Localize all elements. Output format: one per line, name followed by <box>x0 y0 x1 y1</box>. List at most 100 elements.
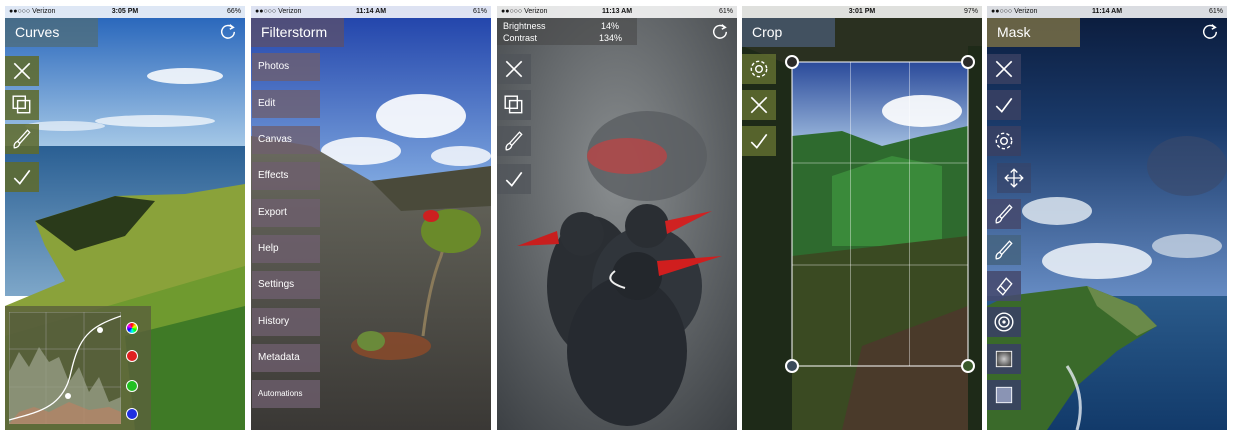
app-title: Filterstorm <box>261 24 328 40</box>
reset-icon[interactable] <box>711 22 729 40</box>
brush-icon <box>13 129 31 149</box>
page-title: Mask <box>997 24 1031 40</box>
battery-text: 61% <box>718 8 733 15</box>
menu-item-export[interactable]: Export <box>252 199 320 227</box>
title-bar: Curves <box>5 18 98 47</box>
menu-label: Automations <box>258 389 303 398</box>
close-button[interactable] <box>5 56 39 86</box>
channel-red-swatch[interactable] <box>126 350 138 362</box>
battery-text: 66% <box>226 8 241 15</box>
close-icon <box>505 60 523 78</box>
brush-add-button[interactable] <box>987 199 1021 229</box>
rectangle-button[interactable] <box>987 380 1021 410</box>
gradient-icon <box>995 350 1013 368</box>
menu-label: Metadata <box>258 352 300 363</box>
panel-crop: 3:01 PM 97% Crop <box>742 6 982 430</box>
close-icon <box>13 62 31 80</box>
reset-icon[interactable] <box>1201 22 1219 40</box>
layers-button[interactable] <box>497 90 531 120</box>
brightness-value: 14% <box>601 21 620 31</box>
battery-text: 61% <box>1208 8 1223 15</box>
menu-label: Export <box>258 207 287 218</box>
brush-button[interactable] <box>497 126 531 156</box>
menu-label: Help <box>258 243 279 254</box>
close-icon <box>995 60 1013 78</box>
crop-handle-top-right[interactable] <box>961 55 975 69</box>
brush-icon <box>995 240 1013 260</box>
birds-photo <box>497 6 737 430</box>
target-icon <box>994 312 1014 332</box>
contrast-label: Contrast <box>503 33 538 43</box>
channel-green-swatch[interactable] <box>126 380 138 392</box>
status-bar: ●●○○○ Verizon 11:14 AM 61% <box>251 6 491 18</box>
adjustment-readout: Brightness 14% Contrast 134% <box>497 18 637 45</box>
eraser-button[interactable] <box>987 271 1021 301</box>
target-button[interactable] <box>987 307 1021 337</box>
menu-item-canvas[interactable]: Canvas <box>252 126 320 154</box>
menu-label: Settings <box>258 279 295 290</box>
brush-button[interactable] <box>5 124 39 154</box>
layers-icon <box>12 95 31 114</box>
apply-button[interactable] <box>987 90 1021 120</box>
title-bar: Filterstorm <box>251 18 344 47</box>
brush-soft-button[interactable] <box>987 235 1021 265</box>
menu-label: Canvas <box>258 134 292 145</box>
crop-handle-bottom-right[interactable] <box>961 359 975 373</box>
move-button[interactable] <box>997 163 1031 193</box>
menu-item-automations[interactable]: Automations <box>252 380 320 408</box>
menu-label: Effects <box>258 170 289 181</box>
status-bar: ●●○○○ Verizon 11:14 AM 61% <box>987 6 1227 18</box>
crop-handle-bottom-left[interactable] <box>785 359 799 373</box>
menu-item-help[interactable]: Help <box>252 235 320 263</box>
curves-editor[interactable] <box>5 306 151 430</box>
crop-handle-top-left[interactable] <box>785 55 799 69</box>
check-icon <box>995 97 1013 113</box>
gear-icon <box>995 132 1013 150</box>
menu-item-photos[interactable]: Photos <box>252 53 320 81</box>
status-bar: ●●○○○ Verizon 11:13 AM 61% <box>497 6 737 18</box>
menu-item-metadata[interactable]: Metadata <box>252 344 320 372</box>
gradient-button[interactable] <box>987 344 1021 374</box>
menu-label: Edit <box>258 98 276 109</box>
channel-blue-swatch[interactable] <box>126 408 138 420</box>
panel-brightness-contrast: ●●○○○ Verizon 11:13 AM 61% Brightness 14… <box>497 6 737 430</box>
status-bar: ●●○○○ Verizon 3:05 PM 66% <box>5 6 245 18</box>
clock-text: 11:13 AM <box>601 8 633 15</box>
clock-text: 11:14 AM <box>355 8 387 15</box>
title-bar: Mask <box>987 18 1080 47</box>
menu-item-settings[interactable]: Settings <box>252 271 320 299</box>
menu-label: Photos <box>258 61 290 72</box>
close-button[interactable] <box>497 54 531 84</box>
eraser-icon <box>996 277 1013 296</box>
contrast-value: 134% <box>599 33 623 43</box>
check-icon <box>505 171 523 187</box>
reset-icon[interactable] <box>219 22 237 40</box>
menu-item-edit[interactable]: Edit <box>252 90 320 118</box>
layers-button[interactable] <box>5 90 39 120</box>
battery-text: 61% <box>472 8 487 15</box>
settings-button[interactable] <box>987 126 1021 156</box>
coastline-photo <box>987 6 1227 430</box>
menu-item-effects[interactable]: Effects <box>252 162 320 190</box>
menu-item-history[interactable]: History <box>252 308 320 336</box>
panel-curves: ●●○○○ Verizon 3:05 PM 66% Curves <box>5 6 245 430</box>
channel-rgb-swatch[interactable] <box>126 322 138 334</box>
curve-graph[interactable] <box>9 312 121 424</box>
move-icon <box>1004 168 1024 188</box>
apply-button[interactable] <box>497 164 531 194</box>
apply-button[interactable] <box>5 162 39 192</box>
brush-icon <box>505 131 523 151</box>
rectangle-icon <box>995 386 1013 404</box>
crop-frame[interactable] <box>742 6 982 430</box>
clock-text: 3:05 PM <box>111 8 139 15</box>
panel-mask: ●●○○○ Verizon 11:14 AM 61% Mask <box>987 6 1227 430</box>
brush-icon <box>995 204 1013 224</box>
page-title: Curves <box>15 24 60 40</box>
panel-main-menu: ●●○○○ Verizon 11:14 AM 61% Filterstorm P… <box>251 6 491 430</box>
menu-label: History <box>258 316 290 327</box>
check-icon <box>13 169 31 185</box>
layers-icon <box>504 95 523 114</box>
brightness-label: Brightness <box>503 21 546 31</box>
close-button[interactable] <box>987 54 1021 84</box>
clock-text: 11:14 AM <box>1091 8 1123 15</box>
